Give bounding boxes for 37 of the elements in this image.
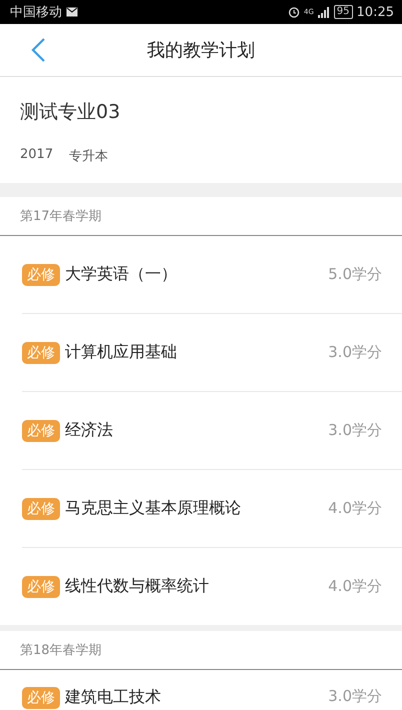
mail-icon: [66, 7, 78, 17]
course-credits: 4.0学分: [328, 499, 382, 518]
course-name: 计算机应用基础: [65, 342, 177, 363]
required-badge: 必修: [22, 498, 60, 520]
plan-year: 2017: [20, 147, 54, 164]
semester-title: 第18年春学期: [20, 642, 102, 659]
required-badge: 必修: [22, 264, 60, 286]
required-badge: 必修: [22, 420, 60, 442]
course-name: 大学英语（一）: [65, 264, 177, 285]
course-credits: 4.0学分: [328, 577, 382, 596]
carrier-name: 中国移动: [10, 4, 62, 21]
required-badge: 必修: [22, 576, 60, 598]
course-row[interactable]: 必修 马克思主义基本原理概论 4.0学分: [22, 470, 402, 548]
course-credits: 3.0学分: [328, 687, 382, 706]
course-name: 建筑电工技术: [65, 687, 161, 708]
semester-title: 第17年春学期: [20, 208, 102, 225]
alarm-icon: [288, 6, 300, 18]
course-credits: 5.0学分: [328, 265, 382, 284]
course-name: 线性代数与概率统计: [65, 576, 209, 597]
course-row[interactable]: 必修 线性代数与概率统计 4.0学分: [22, 548, 402, 625]
course-name: 经济法: [65, 420, 113, 441]
course-row[interactable]: 必修 经济法 3.0学分: [22, 392, 402, 470]
signal-icon: [318, 6, 330, 18]
major-name: 测试专业03: [20, 100, 122, 125]
course-credits: 3.0学分: [328, 421, 382, 440]
required-badge: 必修: [22, 687, 60, 709]
course-row[interactable]: 必修 计算机应用基础 3.0学分: [22, 314, 402, 392]
course-row[interactable]: 必修 建筑电工技术 3.0学分: [22, 670, 402, 710]
back-icon[interactable]: [30, 37, 46, 63]
course-credits: 3.0学分: [328, 343, 382, 362]
page-title: 我的教学计划: [147, 40, 255, 61]
course-row[interactable]: 必修 大学英语（一） 5.0学分: [22, 236, 402, 314]
required-badge: 必修: [22, 342, 60, 364]
battery-indicator: 95: [334, 5, 353, 19]
plan-type: 专升本: [69, 148, 108, 165]
clock: 10:25: [356, 4, 394, 20]
course-name: 马克思主义基本原理概论: [65, 498, 241, 519]
